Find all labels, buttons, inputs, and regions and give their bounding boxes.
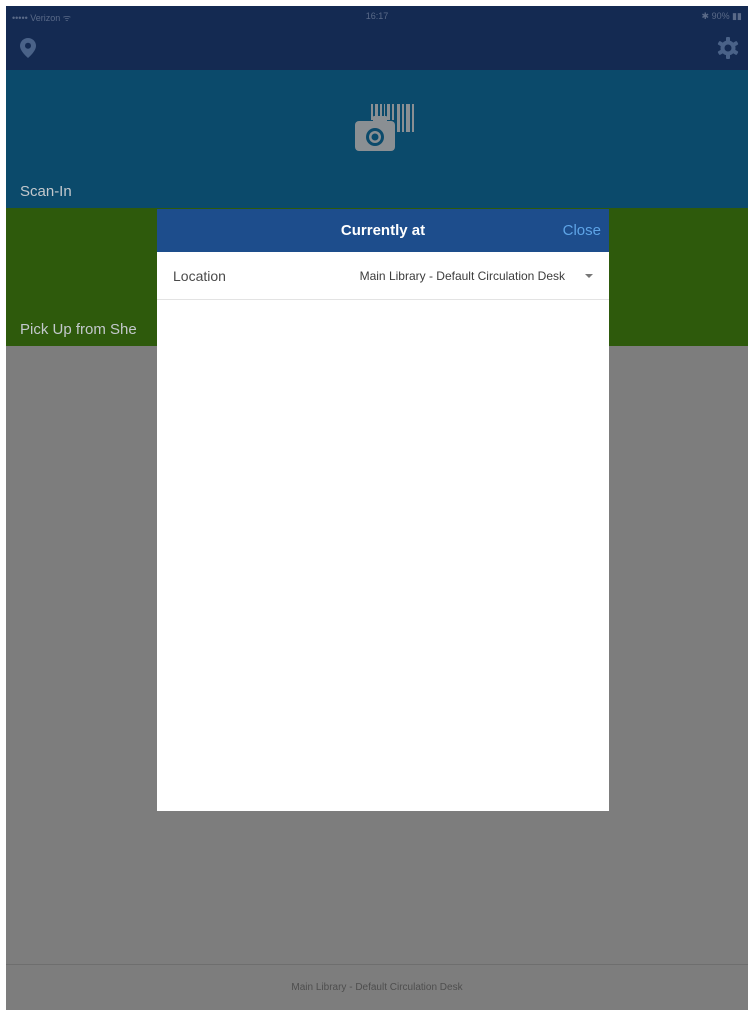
close-button[interactable]: Close	[563, 222, 601, 239]
footer-location-text: Main Library - Default Circulation Desk	[291, 982, 463, 993]
currently-at-modal: Currently at Close Location Main Library…	[157, 209, 609, 811]
clock-text: 16:17	[365, 11, 389, 21]
status-bar: ••••• Verizon ᯤ 16:17 ✱ 90% ▮▮	[6, 6, 748, 26]
battery-text: ✱ 90% ▮▮	[701, 11, 742, 21]
location-value: Main Library - Default Circulation Desk	[359, 269, 565, 283]
location-pin-icon[interactable]	[16, 36, 40, 60]
gear-icon[interactable]	[716, 36, 740, 60]
pick-up-label: Pick Up from She	[20, 321, 137, 338]
modal-title: Currently at	[340, 222, 426, 239]
chevron-down-icon	[585, 274, 593, 278]
footer-bar: Main Library - Default Circulation Desk	[6, 964, 748, 1010]
scan-in-tile[interactable]: Scan-In	[6, 70, 748, 208]
nav-bar	[6, 26, 748, 70]
app-screen: ••••• Verizon ᯤ 16:17 ✱ 90% ▮▮ Scan-In P…	[6, 6, 748, 1010]
location-label: Location	[173, 268, 226, 284]
barcode-camera-icon	[351, 104, 417, 163]
scan-in-label: Scan-In	[20, 183, 72, 200]
modal-header: Currently at Close	[157, 209, 609, 252]
location-select[interactable]: Location Main Library - Default Circulat…	[157, 252, 609, 300]
